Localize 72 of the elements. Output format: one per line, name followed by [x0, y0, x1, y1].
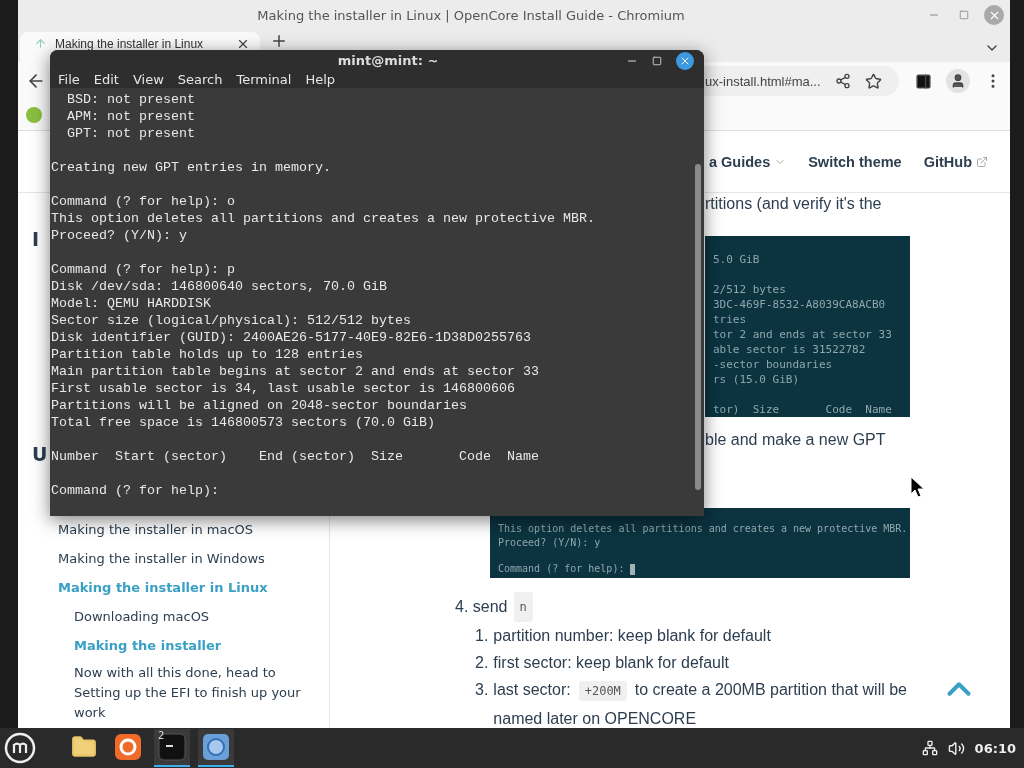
- terminal-line: Main partition table begins at sector 2 and ends at sector 33: [51, 363, 540, 380]
- terminal-line: Sector size (logical/physical): 512/512 bytes: [51, 312, 412, 329]
- browser-app-icon: [114, 733, 142, 761]
- terminal-line: APM: not present: [66, 108, 196, 125]
- terminal-icon: [158, 733, 186, 761]
- terminal-line: Command (? for help): o: [51, 193, 236, 210]
- side-panel-icon[interactable]: [915, 72, 932, 90]
- terminal-screenshot: This option deletes all partitions and creates a new protective MBR. Proceed? (Y/N): y Command (? for help):: [490, 508, 910, 578]
- terminal-line: BSD: not present: [66, 91, 196, 108]
- terminal-screenshot: 5.0 GiB 2/512 bytes 3DC-469F-8532-A8039CA8ACB0 tries tor 2 and ends at sector 33 able sector is 31522782 -sector boundaries rs (15.0 GiB) tor) Size Code Name: [705, 236, 910, 417]
- step-text: 4. send: [455, 596, 508, 617]
- close-button[interactable]: [676, 51, 694, 70]
- terminal-line: Command (? for help): p: [51, 261, 236, 278]
- sidebar-heading: U: [32, 442, 48, 466]
- menu-item[interactable]: Terminal: [230, 72, 298, 88]
- terminal-line: Number Start (sector) End (sector) Size Code Name: [51, 448, 540, 465]
- window-count: 2: [158, 730, 165, 741]
- list-item-text: first sector: keep blank for default: [493, 652, 729, 673]
- inline-code: n: [513, 591, 533, 622]
- list-number: 3.: [475, 679, 489, 700]
- list-number: 2.: [475, 652, 489, 673]
- terminal-line: GPT: not present: [66, 125, 196, 142]
- terminal-line: Disk /dev/sda: 146800640 sectors, 70.0 GiB: [51, 278, 388, 295]
- terminal-line: Command (? for help):: [51, 482, 220, 499]
- menu-logo-icon[interactable]: [4, 732, 36, 764]
- paragraph-fragment: ble and make a new GPT: [705, 430, 887, 450]
- list-number: 1.: [475, 625, 489, 646]
- sidebar-link[interactable]: Making the installer in macOS: [18, 518, 329, 541]
- terminal-line: Proceed? (Y/N): y: [51, 227, 188, 244]
- external-link-icon: [976, 155, 988, 168]
- network-icon[interactable]: [921, 740, 938, 756]
- cursor-icon: [910, 476, 926, 498]
- terminal-line: First usable sector is 34, last usable sector is 146800606: [51, 380, 516, 397]
- taskbar-app[interactable]: [198, 729, 234, 767]
- new-tab-icon[interactable]: [270, 32, 288, 50]
- volume-icon[interactable]: [947, 739, 965, 757]
- paragraph-fragment: rtitions (and verify it's the: [705, 194, 883, 214]
- tab-title: Making the installer in Linux: [55, 37, 205, 51]
- terminal-line: Total free space is 146800573 sectors (70.0 GiB): [51, 414, 436, 431]
- star-icon[interactable]: [864, 72, 882, 90]
- sidebar-sublink[interactable]: Now with all this done, head to Setting up the EFI to finish up your work: [18, 663, 329, 723]
- window-title: Making the installer in Linux | OpenCore Install Guide - Chromium: [256, 7, 686, 23]
- nav-link[interactable]: Switch theme: [808, 153, 902, 170]
- terminal-line: Disk identifier (GUID): 2400AE26-5177-40E9-82E6-1D38D0255763: [51, 329, 532, 346]
- close-tab-icon[interactable]: [236, 37, 250, 51]
- scrollbar-thumb[interactable]: [695, 164, 701, 490]
- terminal-line: Partition table holds up to 128 entries: [51, 346, 364, 363]
- nav-link[interactable]: a Guides: [708, 153, 787, 170]
- folder-icon: [71, 734, 97, 760]
- terminal-title: mint@mint: ~: [336, 53, 440, 69]
- sidebar-heading: I: [32, 227, 40, 251]
- nav-link[interactable]: GitHub: [923, 153, 988, 170]
- sidebar-link[interactable]: Making the installer in Windows: [18, 547, 329, 570]
- menu-item[interactable]: File: [52, 72, 86, 88]
- terminal-line: Creating new GPT entries in memory.: [51, 159, 332, 176]
- sidebar-sublink[interactable]: Downloading macOS: [18, 605, 329, 628]
- list-item-text: partition number: keep blank for default: [493, 625, 771, 646]
- profile-icon[interactable]: [946, 69, 970, 93]
- terminal-line: Model: QEMU HARDDISK: [51, 295, 212, 312]
- terminal-line: Partitions will be aligned on 2048-sector boundaries: [51, 397, 468, 414]
- menu-item[interactable]: View: [126, 72, 170, 88]
- chromium-icon: [202, 733, 230, 761]
- clock[interactable]: 06:10: [974, 740, 1016, 756]
- menu-item[interactable]: Search: [171, 72, 229, 88]
- arrow-up-icon: [34, 37, 47, 50]
- menu-item[interactable]: Help: [299, 72, 342, 88]
- taskbar-app[interactable]: 2: [154, 729, 190, 767]
- terminal-line: This option deletes all partitions and creates a new protective MBR.: [51, 210, 596, 227]
- share-icon[interactable]: [834, 73, 851, 89]
- menu-item[interactable]: Edit: [87, 72, 125, 88]
- address-bar[interactable]: ux-install.html#ma...: [703, 66, 899, 96]
- list-item-text: last sector: +200M to create a 200MB partition that will be named later on OPENCORE: [493, 679, 908, 729]
